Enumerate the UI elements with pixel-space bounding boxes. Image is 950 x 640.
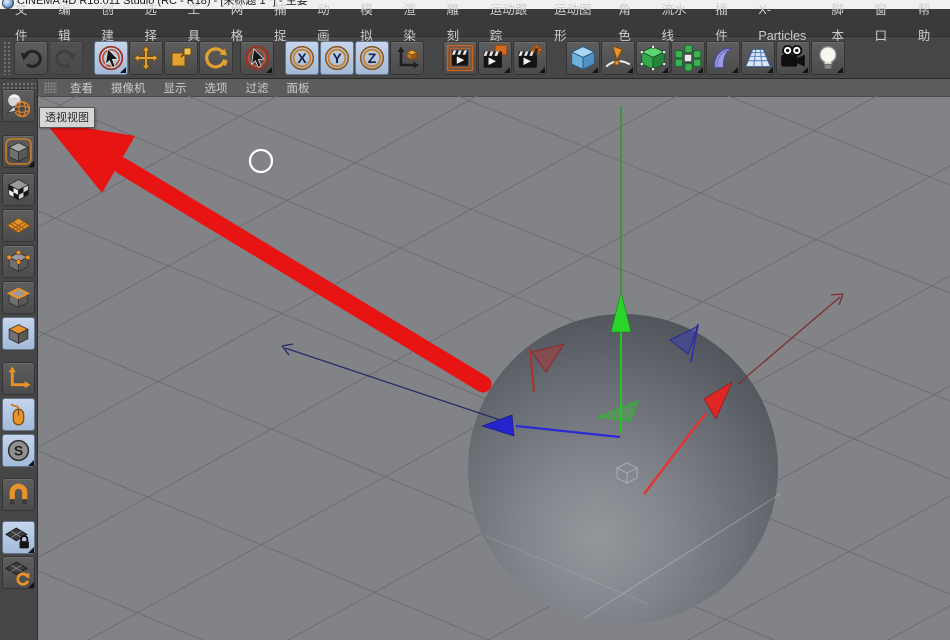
axis-cube-icon: [394, 45, 420, 71]
render-picture-viewer-button[interactable]: [478, 41, 512, 75]
viewport-solo-button[interactable]: S: [2, 434, 35, 467]
redo-icon: [53, 45, 79, 71]
scale-tool-button[interactable]: [164, 41, 198, 75]
axis-z-label: Z: [368, 49, 377, 65]
tweak-mode-button[interactable]: [2, 398, 35, 431]
viewport-drag-handle[interactable]: [44, 82, 57, 93]
viewport-menu-view[interactable]: 查看: [61, 80, 102, 96]
render-settings-button[interactable]: [513, 41, 547, 75]
make-editable-icon: [5, 92, 32, 119]
model-mode-icon: [5, 138, 32, 165]
add-camera-button[interactable]: [776, 41, 810, 75]
polygons-mode-icon: [5, 320, 32, 347]
model-mode-button[interactable]: [2, 135, 35, 168]
perspective-viewport[interactable]: 查看 摄像机 显示 选项 过滤 面板 透视视图: [38, 79, 950, 640]
toolbar-drag-handle[interactable]: [3, 41, 12, 75]
cursor-rings-icon: [243, 44, 271, 72]
workplane-mode-button[interactable]: [2, 209, 35, 242]
rotate-icon: [203, 45, 229, 71]
bend-deformer-icon: [709, 44, 737, 72]
selection-tool-button[interactable]: [240, 41, 274, 75]
interactive-workplane-button[interactable]: [2, 556, 35, 589]
lock-z-axis-button[interactable]: Z: [355, 41, 389, 75]
green-cube-icon: [639, 44, 667, 72]
workplane-icon: [5, 212, 32, 239]
menu-help[interactable]: 帮助: [907, 0, 950, 49]
grid-lock-icon: [5, 524, 32, 551]
add-spline-button[interactable]: [601, 41, 635, 75]
undo-button[interactable]: [14, 41, 48, 75]
axis-l-icon: [5, 365, 32, 392]
add-floor-button[interactable]: [741, 41, 775, 75]
viewport-menu-panel[interactable]: 面板: [278, 80, 319, 96]
sidebar-drag-handle[interactable]: [2, 82, 36, 89]
y-axis-arrow-handle[interactable]: [611, 292, 631, 332]
add-subdivision-surface-button[interactable]: [636, 41, 670, 75]
clapperboard-picture-icon: [481, 44, 509, 72]
viewport-menu-display[interactable]: 显示: [155, 80, 196, 96]
camera-icon: [779, 44, 807, 72]
clapperboard-frame-icon: [446, 44, 474, 72]
grid-cycle-icon: [5, 559, 32, 586]
axis-y-label: Y: [332, 49, 342, 65]
texture-mode-icon: [5, 176, 32, 203]
solo-label: S: [14, 443, 23, 459]
render-view-button[interactable]: [443, 41, 477, 75]
points-mode-icon: [5, 248, 32, 275]
lock-x-axis-button[interactable]: X: [285, 41, 319, 75]
move-tool-button[interactable]: [129, 41, 163, 75]
live-selection-button[interactable]: [94, 41, 128, 75]
redo-button[interactable]: [49, 41, 83, 75]
view-tooltip: 透视视图: [39, 107, 95, 128]
texture-mode-button[interactable]: [2, 173, 35, 206]
enable-snap-button[interactable]: [2, 478, 35, 511]
blue-cube-icon: [569, 44, 597, 72]
enable-axis-button[interactable]: [2, 362, 35, 395]
lock-y-axis-button[interactable]: Y: [320, 41, 354, 75]
clapperboard-gear-icon: [516, 44, 544, 72]
undo-icon: [18, 45, 44, 71]
sphere-object[interactable]: [468, 314, 778, 624]
coordinate-system-button[interactable]: [390, 41, 424, 75]
floor-grid-icon: [744, 44, 772, 72]
add-deformer-button[interactable]: [706, 41, 740, 75]
viewport-menu-filter[interactable]: 过滤: [237, 80, 278, 96]
viewport-menu-options[interactable]: 选项: [196, 80, 237, 96]
menu-window[interactable]: 窗口: [864, 0, 907, 49]
rotate-tool-button[interactable]: [199, 41, 233, 75]
annotation-arrow: [44, 121, 483, 384]
pen-spline-icon: [604, 44, 632, 72]
move-icon: [133, 45, 159, 71]
green-array-icon: [674, 44, 702, 72]
edges-mode-button[interactable]: [2, 281, 35, 314]
mode-palette-sidebar: S: [0, 79, 38, 640]
main-toolbar: X Y Z: [0, 37, 950, 79]
scale-icon: [168, 45, 194, 71]
x-axis-line: [738, 297, 840, 384]
menu-bar: 文件 编辑 创建 选择 工具 网格 捕捉 动画 模拟 渲染 雕刻 运动跟踪 运动…: [0, 9, 950, 37]
add-cube-button[interactable]: [566, 41, 600, 75]
edges-mode-icon: [5, 284, 32, 311]
cursor-circle: [250, 150, 273, 173]
viewport-menu-cameras[interactable]: 摄像机: [102, 80, 155, 96]
scene-canvas[interactable]: [38, 96, 950, 640]
add-light-button[interactable]: [811, 41, 845, 75]
points-mode-button[interactable]: [2, 245, 35, 278]
make-editable-button[interactable]: [2, 89, 35, 122]
mouse-icon: [5, 401, 32, 428]
light-bulb-icon: [814, 44, 842, 72]
floor-grid-lines: [38, 96, 950, 640]
viewport-menu-bar: 查看 摄像机 显示 选项 过滤 面板: [38, 79, 950, 97]
polygons-mode-button[interactable]: [2, 317, 35, 350]
axis-x-label: X: [297, 49, 307, 65]
add-modeling-object-button[interactable]: [671, 41, 705, 75]
magnet-icon: [5, 481, 32, 508]
cursor-rings-icon: [97, 44, 125, 72]
locked-workplane-button[interactable]: [2, 521, 35, 554]
